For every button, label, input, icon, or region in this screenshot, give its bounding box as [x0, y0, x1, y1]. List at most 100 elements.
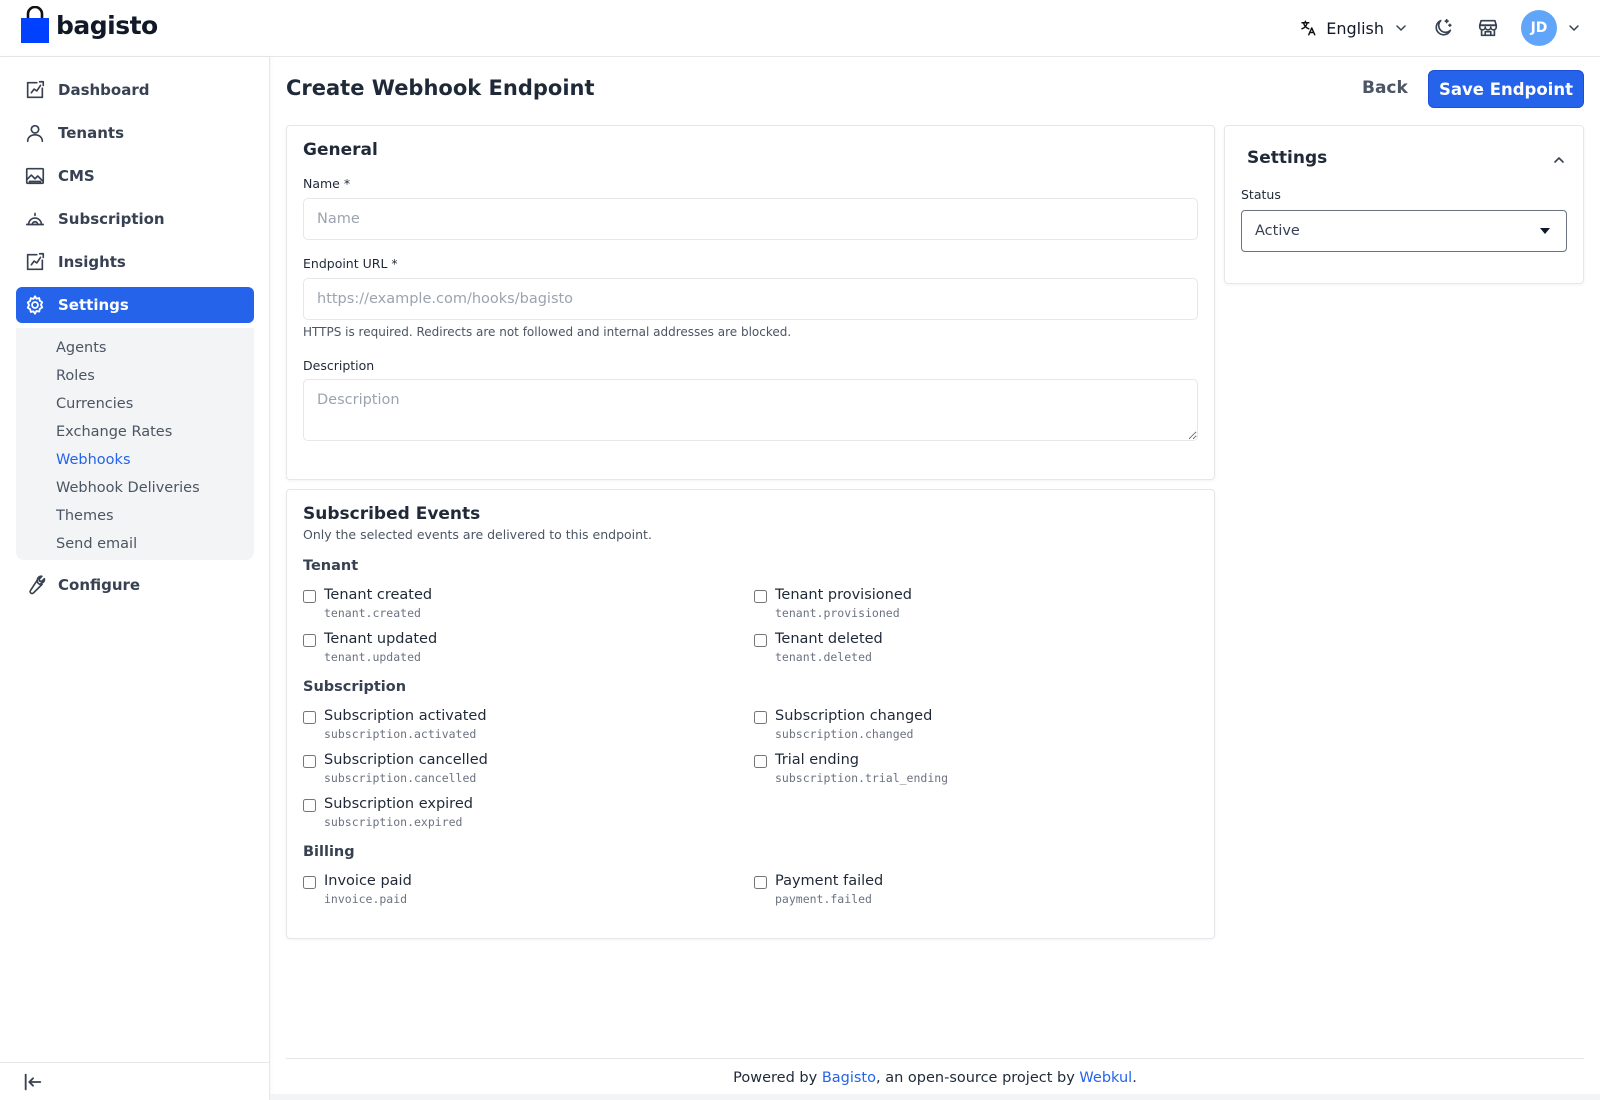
event-key: subscription.changed [775, 727, 914, 741]
event-checkbox[interactable] [303, 876, 316, 889]
name-label: Name * [303, 176, 351, 191]
description-textarea[interactable] [303, 379, 1198, 441]
event-option[interactable]: Tenant created tenant.created [303, 587, 723, 623]
sidebar-footer [0, 1062, 269, 1100]
event-option[interactable]: Tenant updated tenant.updated [303, 631, 723, 667]
sidebar-subitem-webhooks[interactable]: Webhooks [56, 452, 131, 468]
brand-logo[interactable]: bagisto [20, 6, 158, 44]
event-label: Subscription activated [324, 708, 487, 724]
event-option[interactable]: Subscription changed subscription.change… [754, 708, 1174, 744]
chevron-up-icon[interactable] [1551, 152, 1567, 168]
avatar[interactable]: JD [1521, 10, 1557, 46]
event-option[interactable]: Subscription cancelled subscription.canc… [303, 752, 723, 788]
chevron-down-icon[interactable] [1566, 20, 1582, 36]
event-label: Tenant deleted [775, 631, 883, 647]
event-key: tenant.provisioned [775, 606, 900, 620]
event-checkbox[interactable] [303, 755, 316, 768]
event-checkbox[interactable] [303, 799, 316, 812]
event-checkbox[interactable] [754, 711, 767, 724]
gear-icon [24, 294, 46, 316]
event-option[interactable]: Subscription activated subscription.acti… [303, 708, 723, 744]
top-bar: bagisto English JD [0, 0, 1600, 57]
brand-name: bagisto [56, 10, 158, 40]
shopping-bag-logo-icon [21, 6, 49, 43]
collapse-sidebar-icon[interactable] [22, 1071, 44, 1093]
event-label: Trial ending [775, 752, 859, 768]
subscription-icon [24, 208, 46, 230]
storefront-button[interactable] [1476, 16, 1500, 40]
sidebar-item-label: Dashboard [58, 81, 150, 99]
event-checkbox[interactable] [303, 590, 316, 603]
sidebar-item-cms[interactable]: CMS [16, 158, 254, 194]
event-label: Tenant updated [324, 631, 438, 647]
sidebar-subitem-webhook-deliveries[interactable]: Webhook Deliveries [56, 480, 200, 496]
event-option[interactable]: Subscription expired subscription.expire… [303, 796, 723, 832]
sidebar-subitem-agents[interactable]: Agents [56, 340, 106, 356]
sidebar-item-tenants[interactable]: Tenants [16, 115, 254, 151]
status-label: Status [1241, 187, 1281, 202]
sidebar-item-settings[interactable]: Settings [16, 287, 254, 323]
event-label: Subscription changed [775, 708, 933, 724]
event-key: subscription.activated [324, 727, 477, 741]
event-key: payment.failed [775, 892, 872, 906]
status-select[interactable]: Active [1241, 210, 1567, 252]
event-label: Invoice paid [324, 873, 412, 889]
sidebar-subitem-themes[interactable]: Themes [56, 508, 114, 524]
back-button[interactable]: Back [1350, 70, 1420, 106]
sidebar-item-dashboard[interactable]: Dashboard [16, 72, 254, 108]
page-title: Create Webhook Endpoint [286, 76, 595, 100]
event-option[interactable]: Invoice paid invoice.paid [303, 873, 723, 909]
sidebar-item-insights[interactable]: Insights [16, 244, 254, 280]
sidebar-item-label: Tenants [58, 124, 124, 142]
footer-middle: , an open-source project by [876, 1069, 1080, 1086]
sidebar-item-label: Configure [58, 576, 141, 594]
settings-submenu: Agents Roles Currencies Exchange Rates W… [16, 328, 254, 560]
subscribed-events-card: Subscribed Events Only the selected even… [286, 489, 1215, 939]
event-option[interactable]: Tenant deleted tenant.deleted [754, 631, 1174, 667]
event-label: Subscription cancelled [324, 752, 488, 768]
settings-card: Settings Status Active [1224, 125, 1584, 284]
chevron-down-icon [1396, 25, 1406, 32]
wrench-icon [24, 574, 46, 596]
event-key: tenant.updated [324, 650, 421, 664]
event-key: subscription.cancelled [324, 771, 477, 785]
bagisto-link[interactable]: Bagisto [822, 1070, 876, 1086]
sidebar-subitem-currencies[interactable]: Currencies [56, 396, 133, 412]
event-label: Tenant provisioned [775, 587, 912, 603]
sidebar-subitem-roles[interactable]: Roles [56, 368, 95, 384]
event-option[interactable]: Payment failed payment.failed [754, 873, 1174, 909]
endpoint-url-hint: HTTPS is required. Redirects are not fol… [303, 325, 792, 339]
event-checkbox[interactable] [754, 634, 767, 647]
sidebar-item-label: CMS [58, 167, 95, 185]
webkul-link[interactable]: Webkul [1079, 1070, 1132, 1086]
event-option[interactable]: Tenant provisioned tenant.provisioned [754, 587, 1174, 623]
event-checkbox[interactable] [754, 755, 767, 768]
event-key: tenant.deleted [775, 650, 872, 664]
dark-mode-toggle[interactable] [1431, 16, 1455, 40]
language-icon [1301, 20, 1316, 36]
language-switcher[interactable]: English [1299, 19, 1409, 38]
endpoint-url-label: Endpoint URL * [303, 256, 398, 271]
sidebar-item-subscription[interactable]: Subscription [16, 201, 254, 237]
event-checkbox[interactable] [754, 876, 767, 889]
storefront-icon [1478, 19, 1498, 37]
event-checkbox[interactable] [303, 711, 316, 724]
settings-title: Settings [1247, 148, 1328, 168]
sidebar-subitem-send-email[interactable]: Send email [56, 536, 137, 552]
name-input[interactable] [303, 198, 1198, 240]
description-label: Description [303, 358, 375, 373]
event-group-title: Billing [303, 844, 355, 860]
event-group-title: Subscription [303, 679, 407, 695]
event-group-title: Tenant [303, 558, 359, 574]
insights-icon [24, 251, 46, 273]
endpoint-url-input[interactable] [303, 278, 1198, 320]
event-option[interactable]: Trial ending subscription.trial_ending [754, 752, 1174, 788]
event-label: Subscription expired [324, 796, 473, 812]
event-label: Tenant created [324, 587, 433, 603]
save-endpoint-button[interactable]: Save Endpoint [1428, 70, 1584, 108]
event-checkbox[interactable] [754, 590, 767, 603]
page-footer: Powered by Bagisto , an open-source proj… [286, 1058, 1584, 1096]
sidebar-item-configure[interactable]: Configure [16, 567, 254, 603]
sidebar-subitem-exchange-rates[interactable]: Exchange Rates [56, 424, 172, 440]
event-checkbox[interactable] [303, 634, 316, 647]
